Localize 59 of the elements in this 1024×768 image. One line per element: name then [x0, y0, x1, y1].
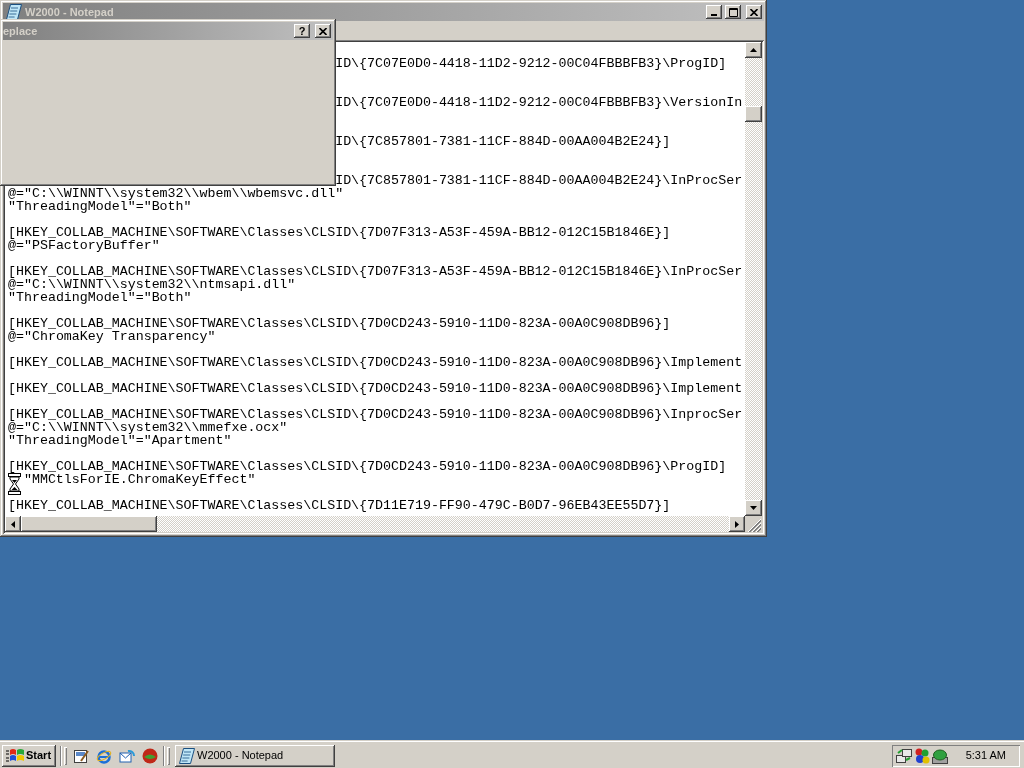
down-triangle-icon	[750, 506, 757, 510]
text-line: [HKEY_COLLAB_MACHINE\SOFTWARE\Classes\CLSID\{7D07F313-A53F-459A-BB12-012C15B1846E}]	[8, 226, 671, 239]
scroll-left-button[interactable]	[5, 516, 21, 532]
close-icon	[319, 27, 327, 35]
close-button[interactable]	[315, 24, 331, 38]
scroll-up-button[interactable]	[745, 42, 762, 58]
size-grip-icon[interactable]	[745, 516, 762, 532]
text-line: @="C:\\WINNT\\system32\\ntmsapi.dll"	[8, 278, 296, 291]
desktop-icon[interactable]	[72, 747, 89, 764]
close-icon	[750, 8, 758, 16]
text-line: [HKEY_COLLAB_MACHINE\SOFTWARE\Classes\CLSID\{7D0CD243-5910-11D0-823A-00A0C908DB96}\ProgID]	[8, 460, 727, 473]
right-triangle-icon	[735, 520, 739, 528]
text-line: [HKEY_COLLAB_MACHINE\SOFTWARE\Classes\CLSID\{7D07F313-A53F-459A-BB12-012C15B1846E}\InProcSer	[8, 265, 743, 278]
text-line: ID\{7C857801-7381-11CF-884D-00AA004B2E24}]	[335, 135, 671, 148]
disk-icon[interactable]	[932, 747, 948, 764]
help-button[interactable]: ?	[294, 24, 310, 38]
text-line: [HKEY_COLLAB_MACHINE\SOFTWARE\Classes\CLSID\{7D0CD243-5910-11D0-823A-00A0C908DB96}]	[8, 317, 671, 330]
text-line: @="ChromaKey Transparency"	[8, 330, 216, 343]
text-line: ID\{7C07E0D0-4418-11D2-9212-00C04FBBBFB3}\VersionIn	[335, 96, 743, 109]
maximize-button[interactable]	[725, 5, 741, 19]
text-line: @="C:\\WINNT\\system32\\mmefxe.ocx"	[8, 421, 288, 434]
horizontal-scrollbar[interactable]	[5, 516, 745, 532]
hourglass-cursor-icon	[8, 473, 21, 495]
scrollbar-thumb[interactable]	[745, 106, 762, 122]
taskbar-button[interactable]: W2000 - Notepad	[175, 744, 335, 767]
minimize-button[interactable]	[706, 5, 722, 19]
dialog-title: eplace	[3, 24, 38, 38]
text-line: "MMCtlsForIE.ChromaKeyEffect"	[23, 473, 256, 486]
minimize-icon	[711, 14, 717, 16]
vertical-scrollbar[interactable]	[745, 42, 762, 516]
text-line: [HKEY_COLLAB_MACHINE\SOFTWARE\Classes\CLSID\{7D0CD243-5910-11D0-823A-00A0C908DB96}\Implement	[8, 382, 743, 395]
scrollbar-thumb[interactable]	[21, 516, 157, 532]
text-line: [HKEY_COLLAB_MACHINE\SOFTWARE\Classes\CLSID\{7D0CD243-5910-11D0-823A-00A0C908DB96}\InprocSer	[8, 408, 743, 421]
text-line: @="C:\\WINNT\\system32\\wbem\\wbemsvc.dll"	[8, 187, 344, 200]
flag-icon	[6, 747, 24, 764]
window-title: W2000 - Notepad	[25, 5, 114, 19]
text-line: [HKEY_COLLAB_MACHINE\SOFTWARE\Classes\CLSID\{7D0CD243-5910-11D0-823A-00A0C908DB96}\Implement	[8, 356, 743, 369]
monitors-icon[interactable]	[896, 747, 912, 764]
text-line: [HKEY_COLLAB_MACHINE\SOFTWARE\Classes\CLSID\{7D11E719-FF90-479C-B0D7-96EB43EE55D7}]	[8, 499, 671, 512]
maximize-icon	[728, 7, 738, 17]
text-line: ID\{7C07E0D0-4418-11D2-9212-00C04FBBBFB3}\ProgID]	[335, 57, 727, 70]
clock: 5:31 AM	[965, 749, 1006, 762]
scroll-down-button[interactable]	[745, 500, 762, 516]
dots-cluster-icon[interactable]	[914, 747, 930, 764]
text-line: "ThreadingModel"="Both"	[8, 200, 192, 213]
text-line: "ThreadingModel"="Both"	[8, 291, 192, 304]
up-triangle-icon	[750, 48, 757, 52]
notepad-icon	[179, 747, 195, 764]
left-triangle-icon	[11, 520, 15, 528]
notepad-icon	[6, 4, 22, 20]
text-line: @="PSFactoryBuffer"	[8, 239, 160, 252]
close-button[interactable]	[746, 5, 762, 19]
orbit-ring-icon[interactable]	[95, 747, 112, 764]
text-line: ID\{7C857801-7381-11CF-884D-00AA004B2E24}\InProcSer	[335, 174, 743, 187]
start-button[interactable]: Start	[2, 744, 56, 767]
ball-icon[interactable]	[141, 747, 158, 764]
scroll-right-button[interactable]	[729, 516, 745, 532]
envelope-icon[interactable]	[118, 747, 135, 764]
text-line: "ThreadingModel"="Apartment"	[8, 434, 232, 447]
